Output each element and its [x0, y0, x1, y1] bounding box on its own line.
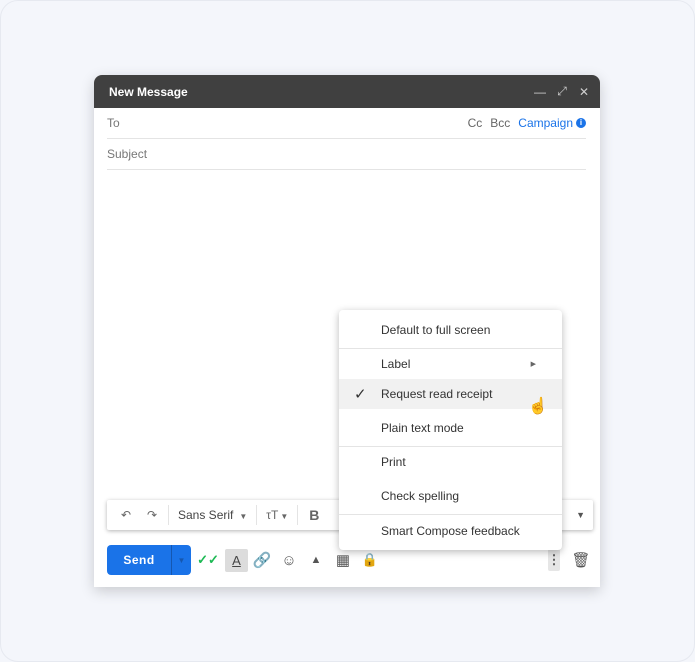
menu-item-label: Label — [381, 357, 411, 371]
bold-button[interactable]: B — [301, 507, 327, 523]
menu-item-label: Smart Compose feedback — [381, 524, 520, 538]
menu-item-default-full-screen[interactable]: Default to full screen — [339, 315, 562, 345]
send-button[interactable]: Send — [107, 545, 171, 575]
menu-item-print[interactable]: Print — [339, 447, 562, 477]
menu-item-plain-text-mode[interactable]: Plain text mode — [339, 413, 562, 443]
submenu-arrow-icon: ▶ — [530, 361, 536, 368]
checkmark-icon: ✓ — [354, 386, 367, 403]
menu-item-label: Plain text mode — [381, 421, 464, 435]
font-select[interactable]: Sans Serif ▼ — [172, 508, 253, 522]
close-icon[interactable]: ✕ — [578, 85, 590, 99]
menu-item-label: Print — [381, 455, 406, 469]
insert-link-icon[interactable]: 🔗 — [249, 547, 275, 573]
more-options-icon[interactable]: ⋮ — [548, 549, 561, 571]
menu-item-label: Default to full screen — [381, 323, 491, 337]
menu-item-label: Check spelling — [381, 489, 460, 503]
campaign-link[interactable]: Campaign — [518, 116, 573, 130]
divider — [297, 505, 299, 525]
chevron-down-icon: ▼ — [280, 512, 289, 521]
discard-draft-icon[interactable]: 🗑 — [568, 547, 594, 573]
confidential-mode-icon[interactable]: 🔒 — [357, 547, 383, 573]
menu-item-label-submenu[interactable]: Label ▶ — [339, 349, 562, 379]
menu-item-smart-compose-feedback[interactable]: Smart Compose feedback — [339, 516, 562, 546]
menu-item-label: Request read receipt — [381, 387, 493, 401]
bcc-link[interactable]: Bcc — [490, 116, 510, 130]
cc-link[interactable]: Cc — [468, 116, 483, 130]
read-receipt-check-icon[interactable]: ✓✓ — [195, 547, 221, 573]
divider — [256, 505, 258, 525]
minimize-icon[interactable]: — — [534, 85, 546, 99]
to-label: To — [107, 116, 120, 130]
more-options-menu: Default to full screen Label ▶ ✓ Request r… — [339, 310, 562, 550]
insert-photo-icon[interactable]: ▦ — [330, 547, 356, 573]
menu-item-check-spelling[interactable]: Check spelling — [339, 481, 562, 511]
menu-divider — [339, 514, 562, 515]
font-value: Sans Serif — [178, 508, 234, 522]
subject-placeholder: Subject — [107, 147, 148, 161]
compose-title: New Message — [109, 84, 188, 99]
send-options-icon[interactable]: ▼ — [171, 545, 191, 575]
compose-titlebar[interactable]: New Message — ⤢ ✕ — [94, 75, 600, 108]
redo-icon[interactable]: ↷ — [139, 508, 165, 522]
font-size-icon[interactable]: τT ▼ — [260, 508, 294, 522]
divider — [168, 505, 169, 525]
fullscreen-icon[interactable]: ⤢ — [556, 84, 568, 99]
hand-cursor-icon: ☝ — [528, 398, 548, 415]
chevron-down-icon: ▼ — [239, 512, 248, 521]
emoji-icon[interactable]: ☺ — [276, 547, 302, 573]
undo-icon[interactable]: ↶ — [113, 508, 139, 522]
info-icon[interactable]: i — [576, 118, 586, 128]
subject-field[interactable]: Subject — [107, 139, 586, 170]
drive-icon[interactable]: ▲ — [303, 547, 329, 573]
more-formatting-icon[interactable]: ▼ — [576, 510, 585, 520]
formatting-options-icon[interactable]: A — [225, 548, 248, 572]
to-field[interactable]: To Cc Bcc Campaign i — [107, 108, 586, 139]
